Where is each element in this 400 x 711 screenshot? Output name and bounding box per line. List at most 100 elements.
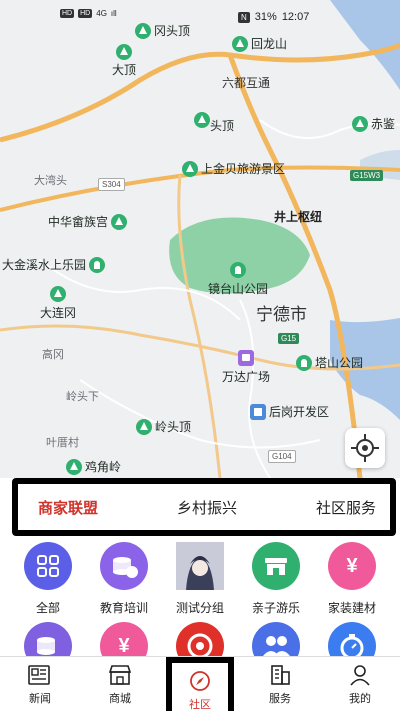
poi-label: 上金贝旅游景区 bbox=[201, 162, 286, 176]
crosshair-tick bbox=[373, 447, 379, 449]
category-label: 教育培训 bbox=[99, 601, 148, 615]
poi-label: 大金溪水上乐园 bbox=[2, 258, 87, 272]
anime-avatar-icon bbox=[176, 542, 224, 590]
mountain-icon bbox=[116, 44, 132, 60]
road-shield: G15 bbox=[278, 333, 300, 344]
category-item[interactable] bbox=[8, 622, 88, 658]
compass-icon bbox=[188, 670, 212, 692]
poi-label: 大连冈 bbox=[40, 306, 77, 320]
status-left: HD HD 4G ıll bbox=[60, 9, 117, 18]
grid-icon bbox=[24, 542, 72, 590]
zone-icon bbox=[250, 403, 266, 420]
category-label: 亲子游乐 bbox=[251, 601, 300, 615]
yen-icon: ¥ bbox=[328, 542, 376, 590]
category-item-education[interactable]: 教育培训 bbox=[84, 542, 164, 616]
nav-news[interactable]: 新闻 bbox=[0, 657, 80, 711]
poi-label: 后岗开发区 bbox=[269, 405, 330, 419]
road-minor-4 bbox=[239, 299, 271, 478]
yen-icon: ¥ bbox=[100, 622, 148, 658]
park-icon bbox=[296, 354, 312, 371]
mountain-icon bbox=[232, 35, 248, 52]
poi-item[interactable]: 大金溪水上乐园 bbox=[2, 256, 106, 273]
poi-label: 塔山公园 bbox=[315, 356, 364, 370]
map-view[interactable]: HD HD 4G ıll N 31% 12:07 冈头顶 回龙山 大顶 头顶 赤… bbox=[0, 0, 400, 478]
category-item[interactable]: ¥ bbox=[84, 622, 164, 658]
category-item-family-fun[interactable]: 亲子游乐 bbox=[236, 542, 316, 616]
nav-active-highlight: 社区 bbox=[172, 663, 228, 711]
poi-item[interactable]: 塔山公园 bbox=[296, 354, 363, 371]
building-icon bbox=[268, 664, 292, 686]
poi-item[interactable]: 中华畲族宫 bbox=[48, 213, 128, 230]
map-label: 叶厝村 bbox=[46, 437, 79, 449]
tab-rural-revitalization[interactable]: 乡村振兴 bbox=[177, 497, 237, 518]
poi-item[interactable]: 大顶 bbox=[112, 44, 136, 78]
nav-label: 社区 bbox=[189, 699, 211, 711]
poi-item[interactable]: 上金贝旅游景区 bbox=[182, 160, 285, 177]
category-label: 测试分组 bbox=[175, 601, 224, 615]
poi-item[interactable]: 岭头顶 bbox=[136, 418, 191, 435]
tab-bar: 商家联盟 乡村振兴 社区服务 bbox=[18, 484, 390, 530]
poi-label: 镜台山公园 bbox=[208, 282, 269, 296]
map-label: 井上枢纽 bbox=[274, 210, 323, 224]
nfc-icon: N bbox=[238, 11, 250, 23]
road-shield: G104 bbox=[268, 450, 296, 463]
people-icon bbox=[252, 622, 300, 658]
poi-item[interactable]: 镜台山公园 bbox=[208, 262, 268, 297]
category-item-all[interactable]: 全部 bbox=[8, 542, 88, 616]
mountain-icon bbox=[66, 458, 82, 475]
map-label: 岭头下 bbox=[66, 391, 99, 403]
map-label: 大湾头 bbox=[34, 175, 67, 187]
nav-store[interactable]: 商城 bbox=[80, 657, 160, 711]
hd-badge: HD bbox=[60, 9, 75, 18]
poi-label: 中华畲族宫 bbox=[48, 215, 109, 229]
tab-community-service[interactable]: 社区服务 bbox=[316, 497, 376, 518]
poi-item[interactable]: 赤鉴 bbox=[352, 115, 395, 132]
status-bar: HD HD 4G ıll N 31% 12:07 bbox=[0, 0, 400, 36]
nav-label: 我的 bbox=[349, 693, 371, 705]
mountain-icon bbox=[50, 286, 66, 302]
poi-item[interactable]: 后岗开发区 bbox=[250, 403, 329, 420]
road-shield: G15W3 bbox=[350, 170, 384, 181]
mountain-icon bbox=[194, 112, 210, 128]
nav-profile[interactable]: 我的 bbox=[320, 657, 400, 711]
poi-label: 赤鉴 bbox=[371, 117, 396, 131]
hd-badge: HD bbox=[78, 9, 93, 18]
crosshair-tick bbox=[364, 434, 366, 440]
poi-item[interactable]: 头顶 bbox=[194, 112, 234, 134]
poi-item[interactable]: 大连冈 bbox=[40, 286, 76, 321]
category-item[interactable] bbox=[160, 622, 240, 658]
nav-label: 商城 bbox=[109, 693, 131, 705]
poi-label: 万达广场 bbox=[222, 370, 271, 384]
category-grid: 全部 教育培训 测试分组 亲子游乐 ¥ 家装建材 ¥ bbox=[0, 540, 400, 658]
news-icon bbox=[28, 664, 52, 686]
park-icon bbox=[89, 256, 106, 273]
stopwatch-icon bbox=[328, 622, 376, 658]
map-label: 高冈 bbox=[42, 349, 64, 361]
category-item-test-group[interactable]: 测试分组 bbox=[160, 542, 240, 616]
nav-service[interactable]: 服务 bbox=[240, 657, 320, 711]
mall-icon bbox=[238, 350, 254, 366]
category-item-home-building[interactable]: ¥ 家装建材 bbox=[312, 542, 392, 616]
nav-community[interactable]: 社区 bbox=[166, 657, 234, 711]
battery-level: 31% bbox=[254, 11, 277, 23]
category-item[interactable] bbox=[312, 622, 392, 658]
status-right: N 31% 12:07 bbox=[238, 11, 309, 23]
target-icon bbox=[176, 622, 224, 658]
map-label: 六都互通 bbox=[222, 76, 271, 90]
tab-merchant-alliance[interactable]: 商家联盟 bbox=[38, 497, 98, 518]
coins-icon bbox=[24, 622, 72, 658]
locate-button[interactable] bbox=[345, 428, 385, 468]
category-tab-strip: 商家联盟 乡村振兴 社区服务 bbox=[12, 478, 396, 536]
signal-icon: ıll bbox=[110, 9, 117, 18]
crosshair-dot bbox=[362, 445, 368, 451]
mountain-icon bbox=[352, 115, 368, 132]
poi-item[interactable]: 鸡角岭 bbox=[66, 458, 121, 475]
category-item[interactable] bbox=[236, 622, 316, 658]
shop-icon bbox=[252, 542, 300, 590]
city-label: 宁德市 bbox=[256, 305, 307, 324]
crosshair-tick bbox=[351, 447, 357, 449]
poi-item[interactable]: 回龙山 bbox=[232, 35, 287, 52]
coins-icon bbox=[100, 542, 148, 590]
clock: 12:07 bbox=[281, 11, 310, 23]
poi-item[interactable]: 万达广场 bbox=[222, 350, 270, 385]
